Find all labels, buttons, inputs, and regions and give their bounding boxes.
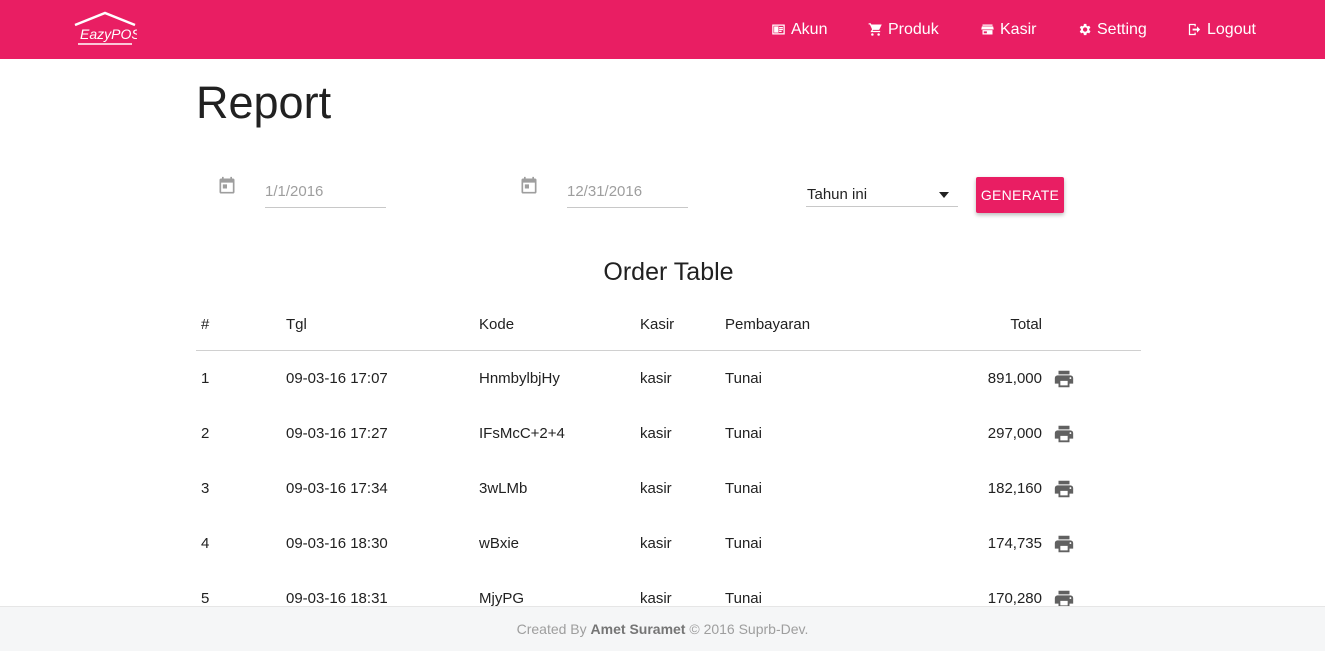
nav-item-akun[interactable]: Akun <box>771 0 827 59</box>
cell-kode: 3wLMb <box>479 480 528 497</box>
cell-kasir: kasir <box>640 590 672 607</box>
cell-no: 1 <box>201 370 210 387</box>
table-row: 4 09-03-16 18:30 wBxie kasir Tunai 174,7… <box>196 516 1141 571</box>
cell-total: 174,735 <box>987 535 1042 552</box>
cell-kode: IFsMcC+2+4 <box>479 425 565 442</box>
nav-item-logout[interactable]: Logout <box>1187 0 1256 59</box>
table-header-row: # Tgl Kode Kasir Pembayaran Total <box>196 298 1141 351</box>
calendar-icon <box>519 176 539 196</box>
cell-no: 5 <box>201 590 210 607</box>
nav-item-produk[interactable]: Produk <box>868 0 939 59</box>
table-row: 3 09-03-16 17:34 3wLMb kasir Tunai 182,1… <box>196 461 1141 516</box>
footer-prefix: Created By <box>516 621 587 637</box>
nav-label-setting: Setting <box>1097 20 1147 38</box>
cell-pembayaran: Tunai <box>725 480 762 497</box>
logout-icon <box>1187 22 1202 37</box>
nav-label-produk: Produk <box>888 20 939 38</box>
print-icon[interactable] <box>1053 478 1075 500</box>
nav-label-kasir: Kasir <box>1000 20 1037 38</box>
col-header-pembayaran: Pembayaran <box>725 316 811 333</box>
cell-pembayaran: Tunai <box>725 425 762 442</box>
cell-kasir: kasir <box>640 535 672 552</box>
cell-pembayaran: Tunai <box>725 535 762 552</box>
print-icon[interactable] <box>1053 368 1075 390</box>
cell-total: 170,280 <box>987 590 1042 607</box>
account-card-icon <box>771 22 786 37</box>
gear-icon <box>1077 22 1092 37</box>
chevron-down-icon <box>939 192 949 198</box>
nav-item-kasir[interactable]: Kasir <box>980 0 1036 59</box>
store-icon <box>980 22 995 37</box>
table-row: 2 09-03-16 17:27 IFsMcC+2+4 kasir Tunai … <box>196 406 1141 461</box>
calendar-icon <box>217 176 237 196</box>
cell-no: 3 <box>201 480 210 497</box>
cell-total: 182,160 <box>987 480 1042 497</box>
col-header-no: # <box>201 316 210 333</box>
cell-kasir: kasir <box>640 370 672 387</box>
cell-kasir: kasir <box>640 480 672 497</box>
page-title: Report <box>196 77 332 128</box>
cell-pembayaran: Tunai <box>725 370 762 387</box>
col-header-tgl: Tgl <box>286 316 307 333</box>
period-select[interactable]: Tahun ini <box>806 182 958 207</box>
table-row: 1 09-03-16 17:07 HnmbylbjHy kasir Tunai … <box>196 351 1141 406</box>
generate-button[interactable]: Generate <box>976 177 1064 213</box>
start-date-input[interactable] <box>265 175 386 208</box>
svg-text:EazyPOS: EazyPOS <box>80 26 137 42</box>
order-table-title: Order Table <box>603 258 734 286</box>
order-table: # Tgl Kode Kasir Pembayaran Total 1 09-0… <box>196 298 1141 626</box>
end-date-input[interactable] <box>567 175 688 208</box>
footer-credit: Created By Amet Suramet © 2016 Suprb-Dev… <box>517 621 809 637</box>
cell-total: 891,000 <box>987 370 1042 387</box>
nav-label-logout: Logout <box>1207 20 1256 38</box>
col-header-kode: Kode <box>479 316 515 333</box>
cell-total: 297,000 <box>987 425 1042 442</box>
print-icon[interactable] <box>1053 533 1075 555</box>
period-select-value: Tahun ini <box>807 186 868 203</box>
cell-no: 2 <box>201 425 210 442</box>
cell-kasir: kasir <box>640 425 672 442</box>
eazypos-logo[interactable]: EazyPOS <box>73 11 137 47</box>
top-navbar: EazyPOS Akun Produk Kasir Setting Logout <box>0 0 1325 59</box>
cell-tgl: 09-03-16 17:07 <box>286 370 388 387</box>
cell-pembayaran: Tunai <box>725 590 762 607</box>
col-header-kasir: Kasir <box>640 316 675 333</box>
col-header-total: Total <box>1010 316 1042 333</box>
cell-tgl: 09-03-16 18:30 <box>286 535 388 552</box>
nav-item-setting[interactable]: Setting <box>1077 0 1147 59</box>
cell-tgl: 09-03-16 17:34 <box>286 480 388 497</box>
cell-no: 4 <box>201 535 210 552</box>
footer-copyright: © 2016 Suprb-Dev. <box>689 621 809 637</box>
cell-tgl: 09-03-16 17:27 <box>286 425 388 442</box>
cell-kode: MjyPG <box>479 590 524 607</box>
cell-tgl: 09-03-16 18:31 <box>286 590 388 607</box>
cart-icon <box>868 22 883 37</box>
footer-author: Amet Suramet <box>590 621 686 637</box>
nav-label-akun: Akun <box>791 20 828 38</box>
cell-kode: wBxie <box>479 535 520 552</box>
footer: Created By Amet Suramet © 2016 Suprb-Dev… <box>0 606 1325 651</box>
print-icon[interactable] <box>1053 423 1075 445</box>
cell-kode: HnmbylbjHy <box>479 370 560 387</box>
